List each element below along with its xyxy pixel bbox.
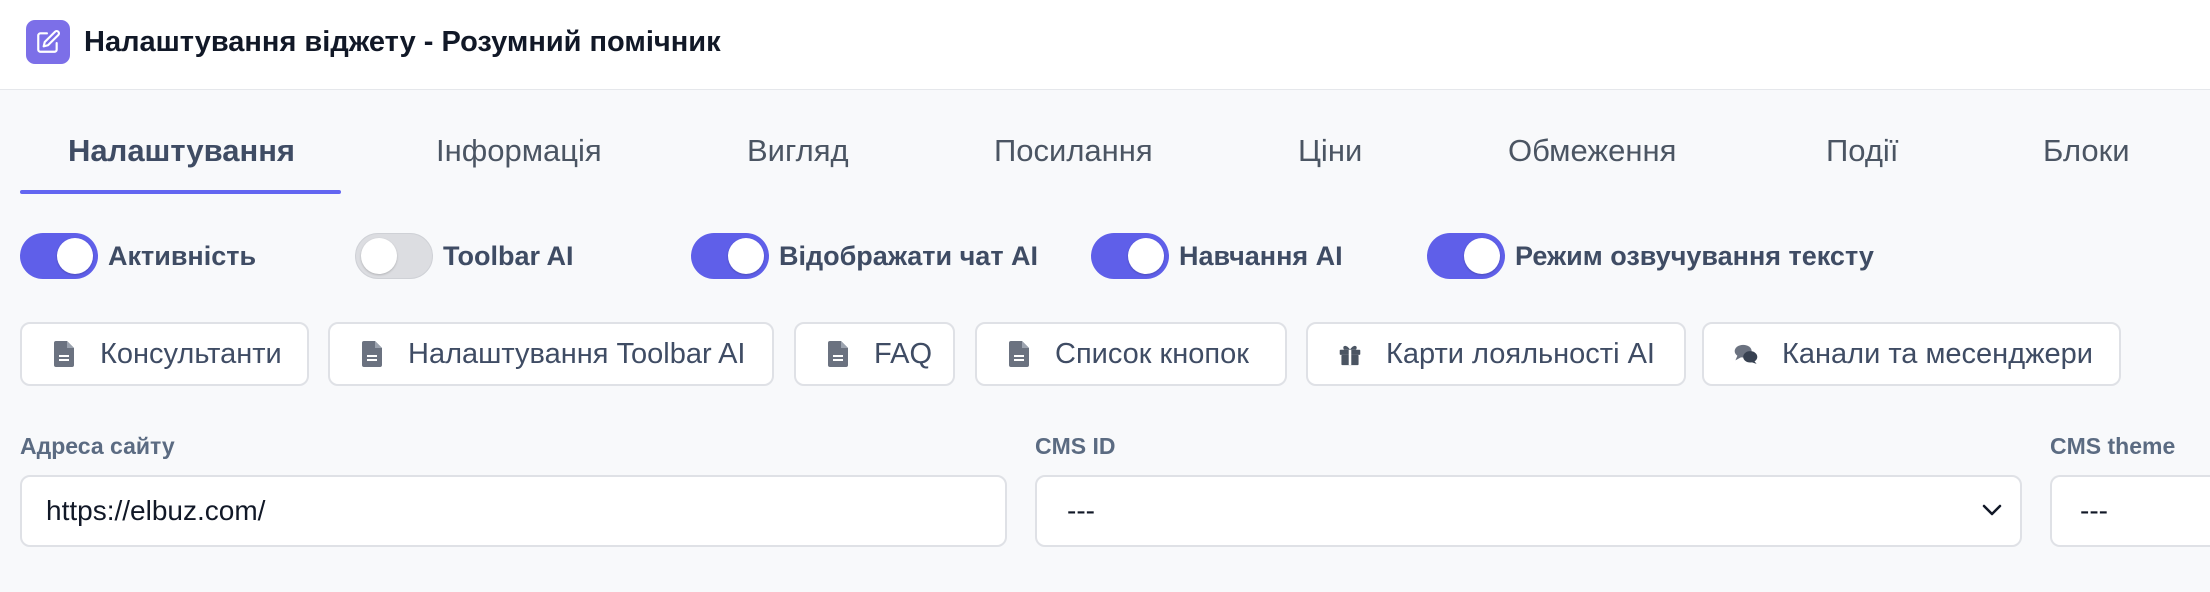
site-address-input[interactable]: https://elbuz.com/ — [20, 475, 1007, 547]
chip-label: FAQ — [874, 337, 933, 370]
tab-prices[interactable]: Ціни — [1298, 120, 1362, 182]
cms-id-value: --- — [1067, 495, 1095, 526]
channels-messengers-button[interactable]: Канали та месенджери — [1702, 322, 2121, 386]
tab-blocks[interactable]: Блоки — [2043, 120, 2130, 182]
toggle-knob — [728, 238, 764, 274]
document-icon — [52, 340, 76, 368]
cms-theme-select[interactable]: --- — [2050, 475, 2210, 547]
consultants-button[interactable]: Консультанти — [20, 322, 309, 386]
chip-label: Налаштування Toolbar AI — [408, 337, 746, 370]
toggle-label: Навчання AI — [1179, 240, 1343, 271]
toggle-label: Toolbar AI — [443, 240, 574, 271]
toggle-switch[interactable] — [691, 233, 769, 279]
tab-events[interactable]: Події — [1826, 120, 1898, 182]
toggle-toolbar-ai[interactable]: Toolbar AI — [355, 232, 574, 280]
toggle-label: Відображати чат AI — [779, 240, 1039, 271]
toggle-show-chat-ai[interactable]: Відображати чат AI — [691, 232, 1038, 280]
document-icon — [1007, 340, 1031, 368]
chip-label: Список кнопок — [1055, 337, 1249, 370]
chevron-down-icon — [1982, 503, 2002, 522]
toggle-switch[interactable] — [1427, 233, 1505, 279]
toggle-switch[interactable] — [1091, 233, 1169, 279]
toggle-switch[interactable] — [355, 233, 433, 279]
toggle-knob — [1464, 238, 1500, 274]
cms-theme-label: CMS theme — [2050, 433, 2176, 459]
section-buttons-row: Консультанти Налаштування Toolbar AI FAQ… — [0, 322, 2210, 388]
toggle-ai-training[interactable]: Навчання AI — [1091, 232, 1343, 280]
tab-bar: Налаштування Інформація Вигляд Посилання… — [0, 120, 2210, 195]
chat-bubbles-icon — [1734, 340, 1758, 368]
toggle-switch[interactable] — [20, 233, 98, 279]
tab-information[interactable]: Інформація — [436, 120, 602, 182]
faq-button[interactable]: FAQ — [794, 322, 955, 386]
toggle-row: Активність Toolbar AI Відображати чат AI… — [0, 232, 2210, 282]
cms-id-label: CMS ID — [1035, 433, 1116, 459]
button-list-button[interactable]: Список кнопок — [975, 322, 1287, 386]
toggle-knob — [57, 238, 93, 274]
site-address-value: https://elbuz.com/ — [46, 495, 266, 526]
toolbar-ai-settings-button[interactable]: Налаштування Toolbar AI — [328, 322, 774, 386]
tab-links[interactable]: Посилання — [994, 120, 1153, 182]
tab-appearance[interactable]: Вигляд — [747, 120, 849, 182]
page-header: Налаштування віджету - Розумний помічник — [0, 0, 2210, 90]
document-icon — [360, 340, 384, 368]
toggle-activity[interactable]: Активність — [20, 232, 256, 280]
page-title: Налаштування віджету - Розумний помічник — [84, 26, 721, 58]
chip-label: Канали та месенджери — [1782, 337, 2093, 370]
toggle-knob — [361, 238, 397, 274]
loyalty-cards-button[interactable]: Карти лояльності AI — [1306, 322, 1686, 386]
gift-icon — [1338, 340, 1362, 368]
cms-theme-value: --- — [2080, 495, 2108, 526]
chip-label: Карти лояльності AI — [1386, 337, 1655, 370]
edit-icon — [26, 20, 70, 64]
toggle-label: Режим озвучування тексту — [1515, 240, 1874, 271]
tab-limits[interactable]: Обмеження — [1508, 120, 1676, 182]
active-tab-indicator — [20, 190, 341, 194]
toggle-knob — [1128, 238, 1164, 274]
document-icon — [826, 340, 850, 368]
chip-label: Консультанти — [100, 337, 282, 370]
toggle-label: Активність — [108, 240, 257, 271]
tab-settings[interactable]: Налаштування — [68, 120, 295, 182]
cms-id-select[interactable]: --- — [1035, 475, 2022, 547]
site-address-label: Адреса сайту — [20, 433, 175, 459]
toggle-voice-mode[interactable]: Режим озвучування тексту — [1427, 232, 1874, 280]
